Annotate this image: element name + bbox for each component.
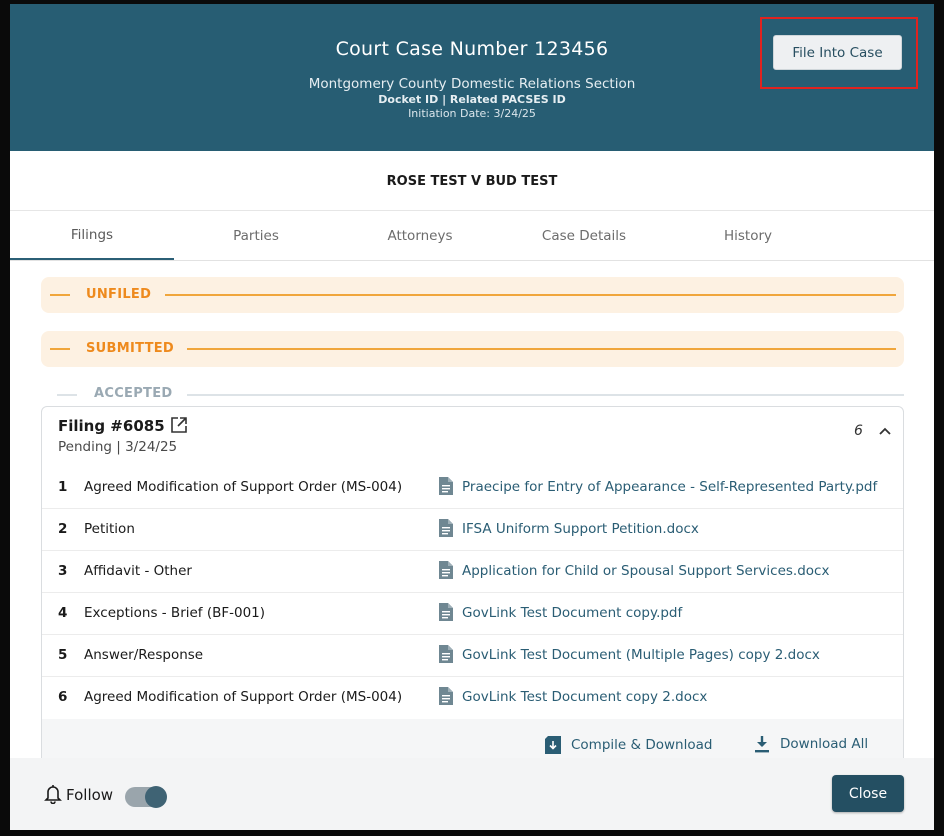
tab-history[interactable]: History — [666, 211, 830, 260]
divider — [187, 394, 904, 396]
compile-download-button[interactable]: Compile & Download — [544, 735, 712, 755]
document-icon — [439, 477, 453, 495]
submitted-label: SUBMITTED — [86, 341, 175, 356]
submitted-section[interactable]: SUBMITTED — [41, 331, 904, 367]
modal-footer: Follow Close — [10, 758, 934, 830]
row-number: 4 — [58, 605, 68, 621]
compile-download-icon — [545, 736, 561, 754]
divider — [187, 348, 896, 350]
court-name: Montgomery County Domestic Relations Sec… — [308, 76, 636, 92]
unfiled-section[interactable]: UNFILED — [41, 277, 904, 313]
accepted-label: ACCEPTED — [94, 386, 173, 401]
download-icon — [755, 736, 769, 753]
tab-case-details[interactable]: Case Details — [502, 211, 666, 260]
document-link[interactable]: Praecipe for Entry of Appearance - Self-… — [462, 479, 877, 495]
filing-type: Agreed Modification of Support Order (MS… — [84, 479, 403, 495]
filing-card: Filing #6085 Pending | 3/24/25 6 1 Agree… — [41, 406, 904, 766]
filing-title: Filing #6085 — [58, 417, 165, 435]
document-icon — [439, 603, 453, 621]
table-row: 2 Petition IFSA Uniform Support Petition… — [42, 509, 903, 551]
case-header: Court Case Number 123456 Montgomery Coun… — [10, 4, 934, 151]
tab-bar: Filings Parties Attorneys Case Details H… — [10, 211, 934, 261]
tab-filings[interactable]: Filings — [10, 211, 174, 260]
divider — [165, 294, 896, 296]
divider — [57, 394, 77, 396]
document-link[interactable]: GovLink Test Document (Multiple Pages) c… — [462, 647, 820, 663]
close-button[interactable]: Close — [832, 775, 904, 812]
row-number: 6 — [58, 689, 68, 705]
row-number: 2 — [58, 521, 68, 537]
compile-download-label: Compile & Download — [571, 737, 713, 753]
row-number: 3 — [58, 563, 68, 579]
table-row: 1 Agreed Modification of Support Order (… — [42, 467, 903, 509]
document-link[interactable]: GovLink Test Document copy.pdf — [462, 605, 682, 621]
follow-toggle[interactable] — [125, 786, 167, 808]
document-icon — [439, 645, 453, 663]
docket-id: Docket ID | Related PACSES ID — [378, 93, 566, 106]
file-into-case-button[interactable]: File Into Case — [773, 35, 902, 70]
initiation-date: Initiation Date: 3/24/25 — [408, 107, 536, 120]
row-number: 5 — [58, 647, 68, 663]
unfiled-label: UNFILED — [86, 287, 152, 302]
chevron-up-icon[interactable] — [876, 422, 894, 440]
document-icon — [439, 561, 453, 579]
document-link[interactable]: IFSA Uniform Support Petition.docx — [462, 521, 699, 537]
filing-type: Answer/Response — [84, 647, 204, 663]
download-all-label: Download All — [780, 736, 869, 752]
bell-icon — [44, 785, 62, 804]
divider — [50, 348, 70, 350]
download-all-button[interactable]: Download All — [753, 735, 868, 753]
document-icon — [439, 687, 453, 705]
filing-type: Petition — [84, 521, 135, 537]
tab-attorneys[interactable]: Attorneys — [338, 211, 502, 260]
document-icon — [439, 519, 453, 537]
filing-type: Exceptions - Brief (BF-001) — [84, 605, 266, 621]
divider — [50, 294, 70, 296]
row-number: 1 — [58, 479, 68, 495]
table-row: 4 Exceptions - Brief (BF-001) GovLink Te… — [42, 593, 903, 635]
document-link[interactable]: Application for Child or Spousal Support… — [462, 563, 829, 579]
document-link[interactable]: GovLink Test Document copy 2.docx — [462, 689, 707, 705]
document-count: 6 — [854, 423, 863, 439]
toggle-knob — [145, 786, 167, 808]
table-row: 6 Agreed Modification of Support Order (… — [42, 677, 903, 718]
follow-label: Follow — [66, 786, 114, 804]
case-modal: Court Case Number 123456 Montgomery Coun… — [10, 4, 934, 830]
external-link-icon[interactable] — [170, 416, 188, 434]
case-name: ROSE TEST V BUD TEST — [10, 152, 934, 211]
window-frame: Court Case Number 123456 Montgomery Coun… — [0, 0, 944, 836]
filing-rows: 1 Agreed Modification of Support Order (… — [42, 467, 903, 718]
table-row: 5 Answer/Response GovLink Test Document … — [42, 635, 903, 677]
filing-status: Pending | 3/24/25 — [58, 439, 178, 455]
tab-parties[interactable]: Parties — [174, 211, 338, 260]
filing-type: Agreed Modification of Support Order (MS… — [84, 689, 403, 705]
table-row: 3 Affidavit - Other Application for Chil… — [42, 551, 903, 593]
filing-type: Affidavit - Other — [84, 563, 192, 579]
accepted-section: ACCEPTED — [57, 384, 904, 404]
